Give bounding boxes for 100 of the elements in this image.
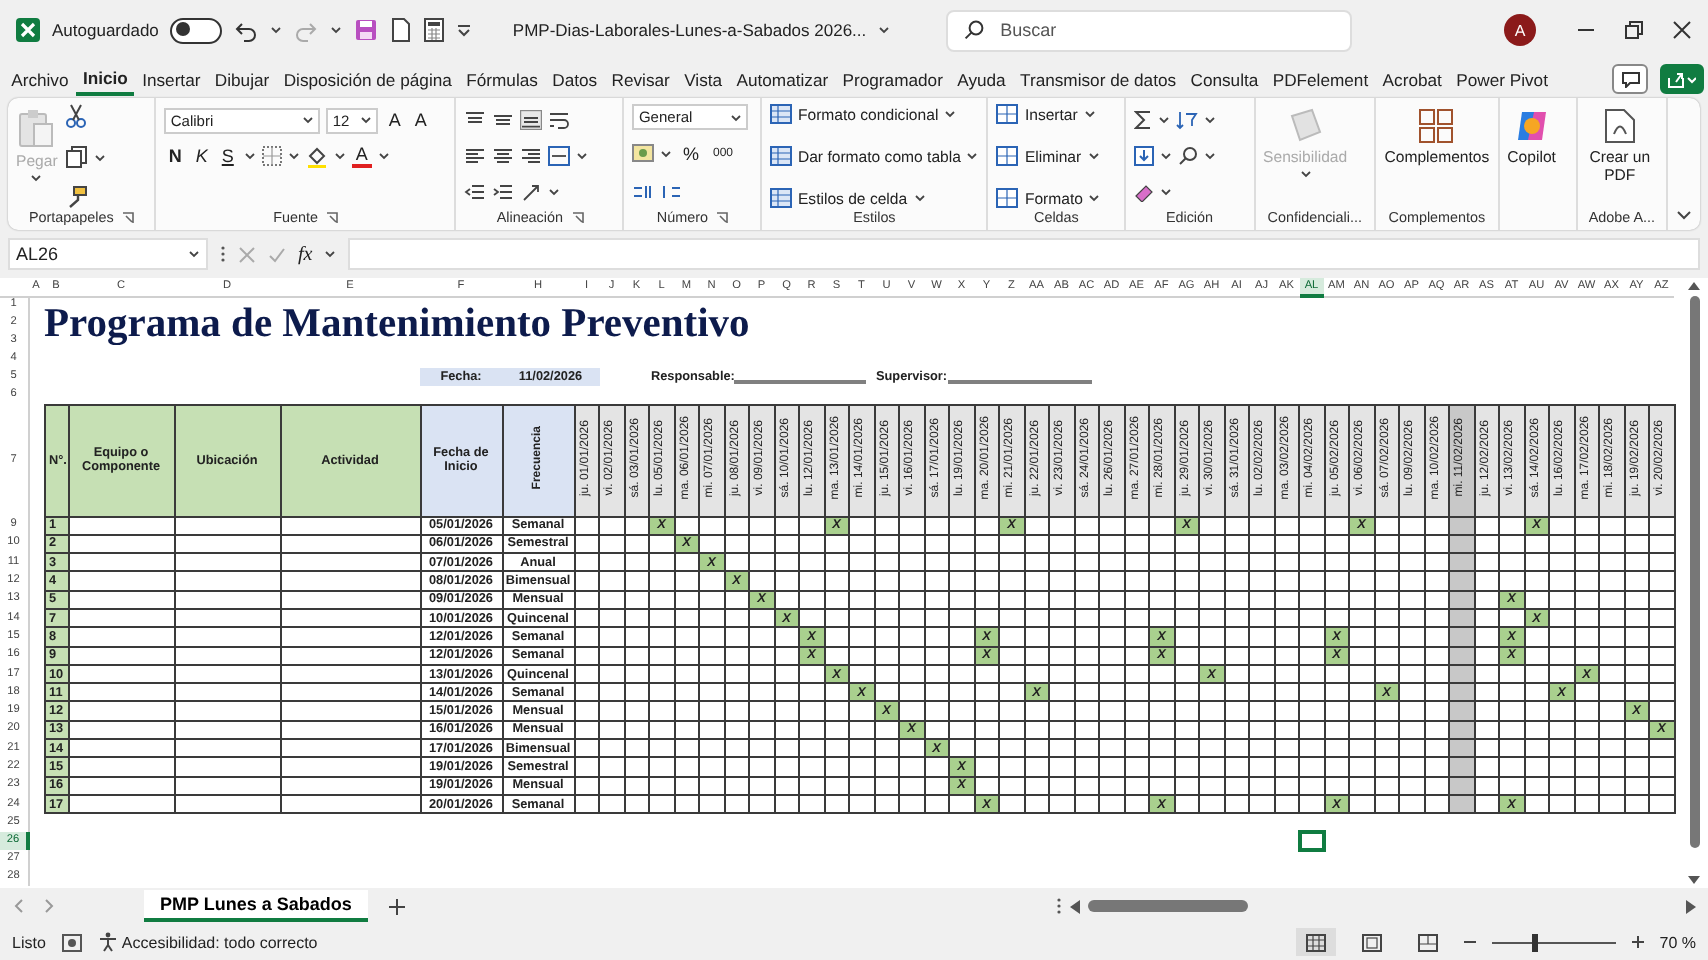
grow-font-button[interactable]: A bbox=[384, 110, 405, 130]
comments-button[interactable] bbox=[1612, 64, 1648, 94]
fill-color-icon[interactable] bbox=[305, 145, 328, 167]
save-icon[interactable] bbox=[354, 18, 379, 42]
zoom-in-icon[interactable] bbox=[1631, 936, 1644, 948]
caret-icon[interactable] bbox=[576, 152, 589, 160]
format-painter-icon[interactable] bbox=[65, 186, 88, 208]
accessibility-status[interactable]: Accesibilidad: todo correcto bbox=[121, 933, 318, 951]
caret-icon[interactable] bbox=[302, 116, 315, 124]
sum-icon[interactable] bbox=[1133, 110, 1152, 130]
insert-function-button[interactable]: fx bbox=[298, 243, 313, 265]
menu-tab[interactable]: Transmisor de datos bbox=[1012, 65, 1184, 93]
copy-icon[interactable] bbox=[65, 146, 88, 168]
scroll-up-icon[interactable] bbox=[1688, 282, 1700, 290]
sort-filter-icon[interactable] bbox=[1175, 110, 1198, 130]
menu-tab[interactable]: Datos bbox=[545, 65, 605, 93]
caret-icon[interactable] bbox=[30, 174, 43, 182]
caret-icon[interactable] bbox=[1159, 152, 1172, 160]
share-button[interactable] bbox=[1660, 64, 1704, 94]
close-icon[interactable] bbox=[1672, 20, 1692, 40]
underline-button[interactable]: S bbox=[217, 146, 238, 166]
caret-icon[interactable] bbox=[730, 113, 743, 121]
decrease-indent-icon[interactable] bbox=[464, 182, 487, 202]
caret-icon[interactable] bbox=[333, 152, 346, 160]
caret-icon[interactable] bbox=[548, 188, 561, 196]
menu-tab[interactable]: Ayuda bbox=[950, 65, 1013, 93]
caret-icon[interactable] bbox=[966, 152, 979, 160]
menu-tab[interactable]: Dibujar bbox=[207, 65, 277, 93]
new-document-icon[interactable] bbox=[390, 18, 413, 42]
zoom-out-icon[interactable] bbox=[1463, 936, 1476, 948]
customize-caret-icon[interactable] bbox=[456, 22, 473, 38]
font-color-button[interactable]: A bbox=[351, 145, 372, 167]
calculator-icon[interactable] bbox=[424, 18, 445, 42]
caret-icon[interactable] bbox=[944, 110, 957, 118]
caret-icon[interactable] bbox=[878, 26, 891, 34]
menu-tab[interactable]: PDFelement bbox=[1265, 65, 1376, 93]
menu-tab[interactable]: Automatizar bbox=[729, 65, 836, 93]
caret-icon[interactable] bbox=[330, 26, 343, 34]
eraser-icon[interactable] bbox=[1133, 182, 1154, 202]
formula-input[interactable] bbox=[348, 238, 1700, 270]
align-right-icon[interactable] bbox=[520, 146, 543, 166]
caret-icon[interactable] bbox=[188, 250, 200, 258]
menu-tab[interactable]: Consulta bbox=[1183, 65, 1266, 93]
increase-decimals-icon[interactable] bbox=[632, 182, 655, 202]
italic-button[interactable]: K bbox=[191, 146, 212, 166]
caret-icon[interactable] bbox=[243, 152, 256, 160]
name-box[interactable]: AL26 bbox=[8, 238, 208, 270]
menu-tab[interactable]: Insertar bbox=[134, 65, 208, 93]
sheet-tab[interactable]: PMP Lunes a Sabados bbox=[144, 890, 368, 922]
caret-icon[interactable] bbox=[1203, 152, 1216, 160]
zoom-level[interactable]: 70 % bbox=[1659, 933, 1696, 951]
more-options-icon[interactable] bbox=[220, 244, 226, 264]
add-sheet-icon[interactable] bbox=[387, 897, 406, 915]
caret-icon[interactable] bbox=[287, 152, 300, 160]
align-left-icon[interactable] bbox=[464, 146, 487, 166]
search-field[interactable]: Buscar bbox=[946, 9, 1353, 51]
caret-icon[interactable] bbox=[913, 194, 926, 202]
undo-icon[interactable] bbox=[234, 18, 259, 42]
macro-recorder-icon[interactable] bbox=[61, 933, 82, 951]
align-center-icon[interactable] bbox=[492, 146, 515, 166]
caret-icon[interactable] bbox=[1203, 116, 1216, 124]
selected-cell[interactable] bbox=[1299, 831, 1324, 850]
percent-button[interactable]: % bbox=[678, 143, 703, 163]
add-ins-grid-icon[interactable] bbox=[1418, 108, 1455, 144]
caret-icon[interactable] bbox=[93, 153, 106, 161]
decrease-decimals-icon[interactable] bbox=[660, 182, 683, 202]
find-icon[interactable] bbox=[1177, 146, 1198, 166]
menu-tab[interactable]: Power Pivot bbox=[1449, 65, 1556, 93]
menu-tab[interactable]: Disposición de página bbox=[276, 65, 460, 93]
caret-icon[interactable] bbox=[324, 250, 337, 258]
dialog-launcher-icon[interactable] bbox=[571, 211, 583, 223]
file-name[interactable]: PMP-Dias-Laborales-Lunes-a-Sabados 2026... bbox=[512, 20, 867, 40]
menu-tab[interactable]: Programador bbox=[835, 65, 951, 93]
caret-icon[interactable] bbox=[660, 149, 673, 157]
caret-icon[interactable] bbox=[360, 116, 373, 124]
dialog-launcher-icon[interactable] bbox=[716, 211, 728, 223]
caret-icon[interactable] bbox=[1299, 170, 1312, 178]
align-bottom-icon[interactable] bbox=[520, 110, 543, 130]
restore-icon[interactable] bbox=[1624, 20, 1644, 40]
bold-button[interactable]: N bbox=[164, 146, 186, 166]
scroll-left-icon[interactable] bbox=[1070, 899, 1080, 913]
caret-icon[interactable] bbox=[1083, 110, 1096, 118]
copilot-icon[interactable] bbox=[1513, 108, 1550, 144]
wrap-text-icon[interactable] bbox=[548, 110, 571, 130]
borders-icon[interactable] bbox=[261, 146, 282, 166]
avatar[interactable]: A bbox=[1504, 14, 1536, 46]
shrink-font-button[interactable]: A bbox=[410, 110, 431, 130]
more-options-icon[interactable] bbox=[1056, 896, 1062, 916]
menu-tab[interactable]: Vista bbox=[677, 65, 730, 93]
caret-icon[interactable] bbox=[1159, 188, 1172, 196]
caret-icon[interactable] bbox=[1157, 116, 1170, 124]
dialog-launcher-icon[interactable] bbox=[121, 211, 134, 223]
accessibility-icon[interactable] bbox=[97, 932, 118, 952]
align-middle-icon[interactable] bbox=[492, 110, 515, 130]
caret-icon[interactable] bbox=[1087, 152, 1100, 160]
menu-tab[interactable]: Revisar bbox=[604, 65, 677, 93]
menu-tab[interactable]: Archivo bbox=[4, 65, 76, 93]
cut-icon[interactable] bbox=[65, 104, 86, 128]
scroll-down-icon[interactable] bbox=[1688, 876, 1700, 884]
caret-icon[interactable] bbox=[270, 26, 283, 34]
